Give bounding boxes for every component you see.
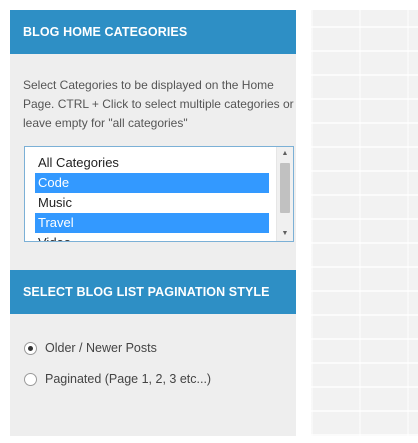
gutter: [296, 10, 311, 436]
settings-panel: BLOG HOME CATEGORIES Select Categories t…: [10, 10, 296, 436]
categories-section-header: BLOG HOME CATEGORIES: [10, 10, 296, 54]
radio-button-unchecked[interactable]: [24, 372, 37, 386]
pagination-section-title: SELECT BLOG LIST PAGINATION STYLE: [23, 285, 270, 299]
pagination-option-older-newer[interactable]: Older / Newer Posts: [24, 341, 157, 355]
category-option-travel[interactable]: Travel: [35, 213, 269, 233]
background-brick-texture: [311, 10, 418, 436]
pagination-option-label: Paginated (Page 1, 2, 3 etc...): [45, 372, 212, 386]
pagination-section-header: SELECT BLOG LIST PAGINATION STYLE: [10, 270, 296, 314]
scroll-down-arrow-icon[interactable]: ▼: [277, 227, 293, 241]
category-option-all[interactable]: All Categories: [35, 153, 269, 173]
scroll-up-arrow-icon[interactable]: ▲: [277, 147, 293, 161]
categories-description: Select Categories to be displayed on the…: [23, 78, 294, 130]
category-option-video[interactable]: Video: [35, 233, 269, 241]
categories-section-title: BLOG HOME CATEGORIES: [23, 25, 188, 39]
category-option-music[interactable]: Music: [35, 193, 269, 213]
radio-button-checked[interactable]: [24, 341, 37, 355]
listbox-scrollbar[interactable]: ▲ ▼: [276, 147, 293, 241]
categories-multiselect[interactable]: All Categories Code Music Travel Video ▲…: [24, 146, 294, 242]
category-option-code[interactable]: Code: [35, 173, 269, 193]
pagination-option-label: Older / Newer Posts: [45, 341, 157, 355]
pagination-option-paginated[interactable]: Paginated (Page 1, 2, 3 etc...): [24, 372, 211, 386]
categories-options: All Categories Code Music Travel Video: [35, 153, 269, 241]
scrollbar-thumb[interactable]: [280, 163, 290, 213]
